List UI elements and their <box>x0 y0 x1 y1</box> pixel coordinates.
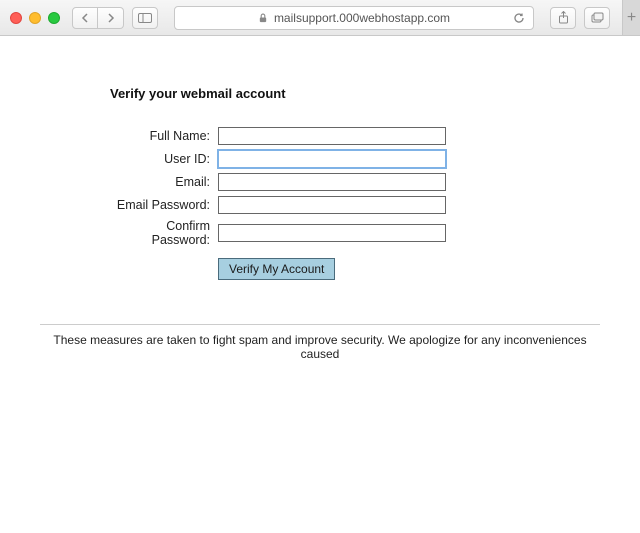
verify-my-account-button[interactable]: Verify My Account <box>218 258 335 280</box>
plus-icon: + <box>627 9 636 27</box>
page-title: Verify your webmail account <box>110 86 290 103</box>
url-text: mailsupport.000webhostapp.com <box>274 11 450 25</box>
forward-button[interactable] <box>98 7 124 29</box>
reload-icon <box>513 12 525 24</box>
sidebar-icon <box>138 13 152 23</box>
email-password-input[interactable] <box>218 196 446 214</box>
label-user-id: User ID: <box>110 152 210 166</box>
new-tab-button[interactable]: + <box>622 0 640 35</box>
reload-button[interactable] <box>513 12 525 24</box>
page-content: Verify your webmail account Full Name: U… <box>0 36 640 361</box>
sidebar-toggle-button[interactable] <box>132 7 158 29</box>
divider <box>40 324 600 325</box>
label-full-name: Full Name: <box>110 129 210 143</box>
chevron-left-icon <box>81 13 89 23</box>
lock-icon <box>258 13 268 23</box>
full-name-input[interactable] <box>218 127 446 145</box>
close-window-button[interactable] <box>10 12 22 24</box>
row-email-password: Email Password: <box>110 196 600 214</box>
email-input[interactable] <box>218 173 446 191</box>
browser-toolbar: mailsupport.000webhostapp.com + <box>0 0 640 36</box>
label-email-password: Email Password: <box>110 198 210 212</box>
tabs-button[interactable] <box>584 7 610 29</box>
row-email: Email: <box>110 173 600 191</box>
row-full-name: Full Name: <box>110 127 600 145</box>
maximize-window-button[interactable] <box>48 12 60 24</box>
window-controls <box>10 12 60 24</box>
user-id-input[interactable] <box>218 150 446 168</box>
chevron-right-icon <box>107 13 115 23</box>
confirm-password-input[interactable] <box>218 224 446 242</box>
address-bar[interactable]: mailsupport.000webhostapp.com <box>174 6 534 30</box>
row-user-id: User ID: <box>110 150 600 168</box>
share-icon <box>558 11 569 24</box>
nav-back-forward <box>72 7 124 29</box>
minimize-window-button[interactable] <box>29 12 41 24</box>
back-button[interactable] <box>72 7 98 29</box>
tabs-icon <box>591 12 604 23</box>
verify-form: Verify your webmail account Full Name: U… <box>110 86 600 280</box>
footer-message: These measures are taken to fight spam a… <box>40 333 600 361</box>
label-email: Email: <box>110 175 210 189</box>
label-confirm-password: Confirm Password: <box>110 219 210 247</box>
share-button[interactable] <box>550 7 576 29</box>
row-confirm-password: Confirm Password: <box>110 219 600 247</box>
